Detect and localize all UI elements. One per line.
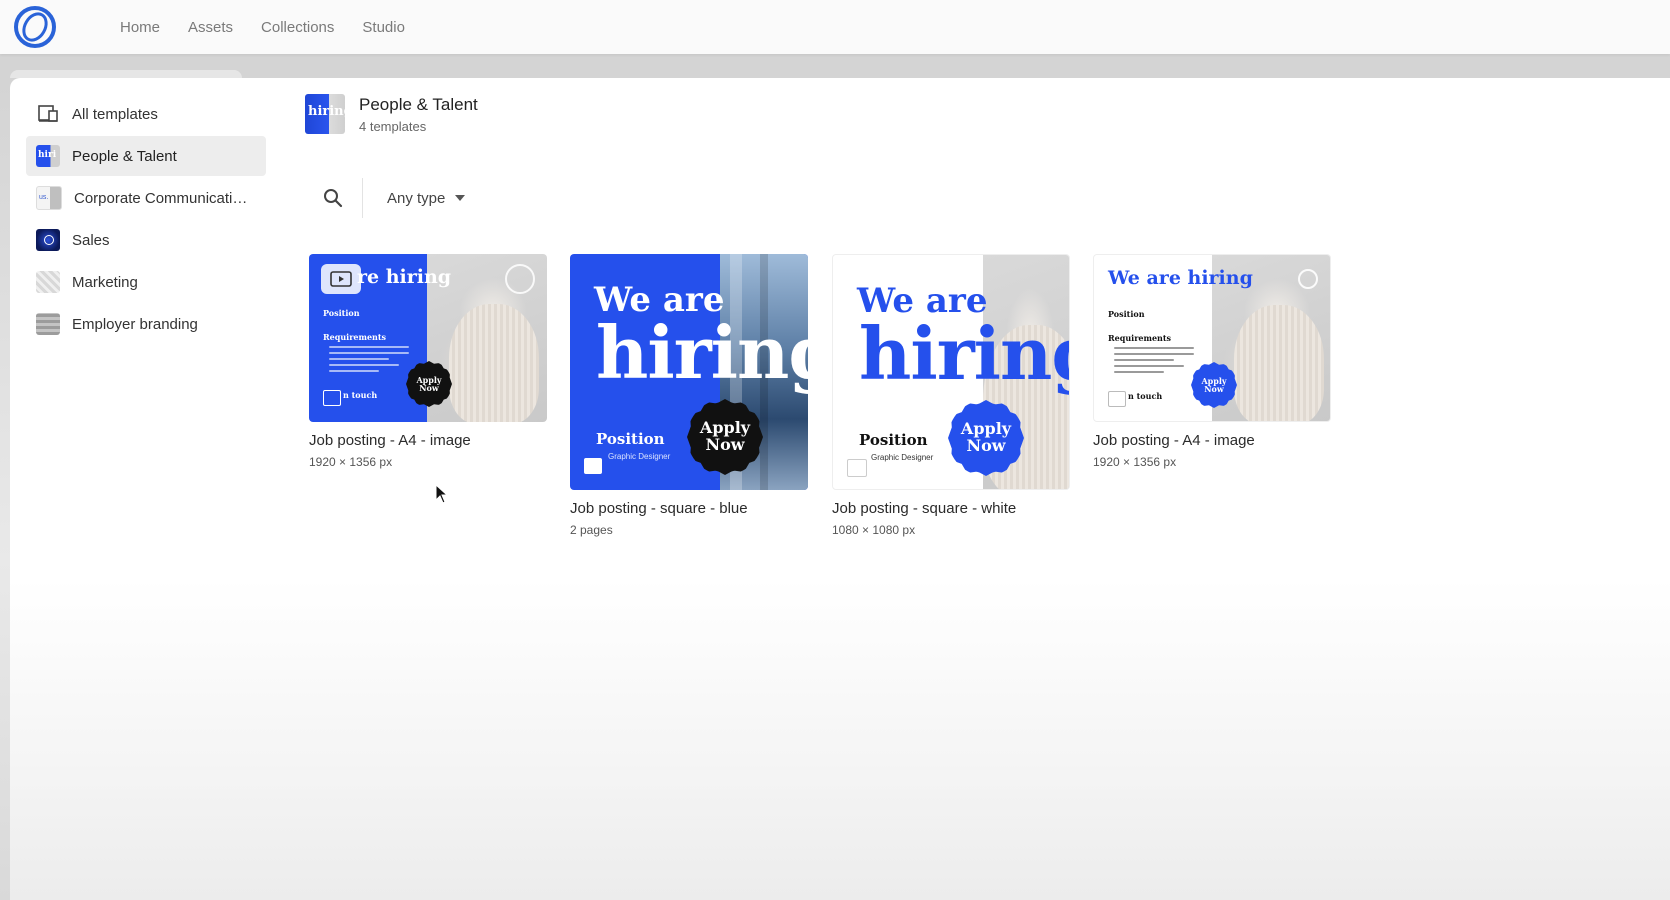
- thumb-position: Position: [1108, 309, 1145, 319]
- template-title[interactable]: Job posting - square - blue: [570, 500, 808, 517]
- thumb-headline: We are hiring: [1108, 267, 1253, 289]
- template-title[interactable]: Job posting - A4 - image: [1093, 432, 1331, 449]
- employer-branding-thumb: [36, 313, 60, 335]
- thumb-role: Graphic Designer: [608, 452, 671, 461]
- template-meta: 1920 × 1356 px: [309, 455, 393, 469]
- main-nav: Home Assets Collections Studio: [120, 0, 433, 54]
- sidebar-item-label: All templates: [72, 105, 158, 123]
- video-play-icon: [321, 264, 361, 294]
- select-checkbox[interactable]: [505, 264, 535, 294]
- type-filter-label: Any type: [387, 189, 446, 207]
- sidebar-item-label: Corporate Communicati…: [74, 189, 248, 207]
- category-thumb: hiring: [305, 94, 345, 134]
- sidebar-item-people-talent[interactable]: hiri People & Talent: [26, 136, 266, 176]
- thumb-apply-badge: Apply Now: [690, 402, 760, 472]
- template-count: 4 templates: [359, 118, 427, 134]
- thumb-line2: hiring: [596, 310, 808, 395]
- nav-studio[interactable]: Studio: [362, 19, 405, 36]
- thumb-line2: hiring: [859, 311, 1069, 396]
- caret-down-icon: [455, 195, 466, 201]
- thumb-touch: n touch: [343, 390, 378, 400]
- thumb-apply-badge: Apply Now: [409, 364, 449, 404]
- template-card[interactable]: We are hiring Position Requirements Appl…: [1093, 254, 1331, 469]
- thumb-position: Position: [859, 431, 928, 449]
- template-thumbnail[interactable]: We are hiring Position Graphic Designer …: [570, 254, 808, 490]
- people-talent-thumb: hiri: [36, 145, 60, 167]
- template-thumbnail[interactable]: We are hiring Position Requirements Appl…: [1093, 254, 1331, 422]
- category-thumb-text: hiring: [308, 104, 345, 119]
- thumb-touch: n touch: [1128, 391, 1163, 401]
- template-card[interactable]: We are hiring Position Graphic Designer …: [832, 254, 1070, 537]
- template-meta: 2 pages: [570, 523, 613, 537]
- sidebar-item-label: Marketing: [72, 273, 138, 291]
- sidebar-item-sales[interactable]: Sales: [26, 220, 266, 260]
- templates-icon: [36, 103, 60, 125]
- panel-tab: [10, 70, 242, 78]
- template-card[interactable]: re hiring Position Requirements Apply No…: [309, 254, 547, 469]
- image-placeholder-icon: [1108, 391, 1126, 407]
- nav-assets[interactable]: Assets: [188, 19, 233, 36]
- top-bar: Home Assets Collections Studio: [0, 0, 1670, 54]
- thumb-apply-badge: Apply Now: [951, 403, 1021, 473]
- sidebar-item-corporate-communications[interactable]: us. Corporate Communicati…: [26, 178, 266, 218]
- nav-collections[interactable]: Collections: [261, 19, 334, 36]
- image-placeholder-icon: [323, 390, 341, 406]
- sidebar-item-employer-branding[interactable]: Employer branding: [26, 304, 266, 344]
- search-icon: [324, 189, 343, 208]
- thumb-headline: re hiring: [357, 266, 452, 288]
- thumb-requirements: Requirements: [1108, 333, 1172, 343]
- thumb-position: Position: [596, 430, 665, 448]
- thumb-apply-badge: Apply Now: [1194, 365, 1234, 405]
- toolbar-divider: [362, 178, 363, 218]
- corporate-thumb: us.: [36, 186, 62, 210]
- search-button[interactable]: [318, 183, 348, 213]
- sidebar: All templates hiri People & Talent us. C…: [26, 94, 266, 346]
- mouse-cursor-icon: [435, 484, 449, 504]
- category-header: hiring People & Talent 4 templates: [305, 94, 478, 134]
- sidebar-item-all-templates[interactable]: All templates: [26, 94, 266, 134]
- sidebar-item-label: People & Talent: [72, 147, 177, 165]
- nav-home[interactable]: Home: [120, 19, 160, 36]
- filter-toolbar: Any type: [318, 178, 466, 218]
- image-placeholder-icon: [584, 458, 602, 474]
- image-placeholder-icon: [847, 459, 867, 477]
- thumb-position: Position: [323, 308, 360, 318]
- thumb-role: Graphic Designer: [871, 453, 934, 462]
- page-title: People & Talent: [359, 94, 478, 114]
- template-meta: 1920 × 1356 px: [1093, 455, 1177, 469]
- template-title[interactable]: Job posting - A4 - image: [309, 432, 547, 449]
- thumb-requirements: Requirements: [323, 332, 387, 342]
- template-thumbnail[interactable]: re hiring Position Requirements Apply No…: [309, 254, 547, 422]
- template-meta: 1080 × 1080 px: [832, 523, 916, 537]
- template-title[interactable]: Job posting - square - white: [832, 500, 1070, 517]
- sales-thumb: [36, 229, 60, 251]
- type-filter-dropdown[interactable]: Any type: [387, 189, 466, 207]
- sidebar-item-label: Sales: [72, 231, 110, 249]
- sidebar-item-marketing[interactable]: Marketing: [26, 262, 266, 302]
- template-card[interactable]: We are hiring Position Graphic Designer …: [570, 254, 808, 537]
- select-checkbox[interactable]: [1298, 269, 1318, 289]
- marketing-thumb: [36, 271, 60, 293]
- app-logo-icon[interactable]: [12, 4, 58, 50]
- sidebar-item-label: Employer branding: [72, 315, 198, 333]
- template-thumbnail[interactable]: We are hiring Position Graphic Designer …: [832, 254, 1070, 490]
